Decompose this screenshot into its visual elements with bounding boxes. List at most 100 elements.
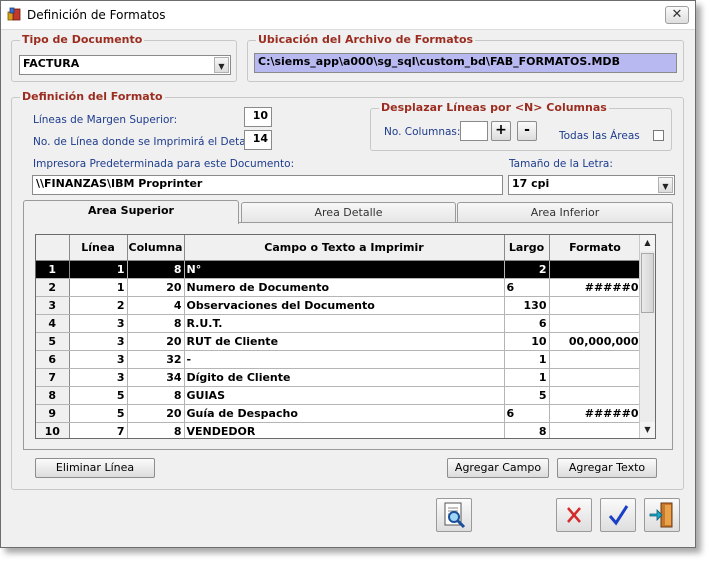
chevron-down-icon[interactable]: ▼ — [214, 57, 229, 73]
row-number[interactable]: 8 — [36, 386, 70, 405]
row-number[interactable]: 2 — [36, 278, 70, 297]
cell-campo[interactable]: N° — [184, 260, 505, 279]
cell-largo[interactable]: 6 — [504, 314, 550, 333]
cell-formato[interactable] — [549, 386, 642, 405]
cell-campo[interactable]: R.U.T. — [184, 314, 505, 333]
cell-largo[interactable]: 6 — [504, 404, 550, 423]
row-number[interactable]: 1 — [36, 260, 70, 279]
table-row[interactable]: 9 5 20 Guía de Despacho 6 #####0 — [36, 404, 642, 423]
row-number[interactable]: 6 — [36, 350, 70, 369]
todas-areas-checkbox[interactable] — [653, 130, 664, 141]
cell-largo[interactable]: 1 — [504, 350, 550, 369]
cell-linea[interactable]: 3 — [69, 332, 128, 351]
cell-linea[interactable]: 3 — [69, 368, 128, 387]
table-row[interactable]: 3 2 4 Observaciones del Documento 130 — [36, 296, 642, 315]
cell-largo[interactable]: 2 — [504, 260, 550, 279]
cell-campo[interactable]: Numero de Documento — [184, 278, 505, 297]
table-row[interactable]: 6 3 32 - 1 — [36, 350, 642, 369]
scroll-thumb[interactable] — [641, 253, 654, 313]
cell-linea[interactable]: 1 — [69, 278, 128, 297]
cell-formato[interactable] — [549, 260, 642, 279]
cell-largo[interactable]: 10 — [504, 332, 550, 351]
tab-area-superior[interactable]: Area Superior — [23, 200, 239, 224]
cell-columna[interactable]: 32 — [127, 350, 185, 369]
cell-campo[interactable]: - — [184, 350, 505, 369]
col-header-largo[interactable]: Largo — [504, 235, 550, 261]
cell-formato[interactable]: #####0 — [549, 404, 642, 423]
table-row[interactable]: 4 3 8 R.U.T. 6 — [36, 314, 642, 333]
row-number[interactable]: 4 — [36, 314, 70, 333]
row-number[interactable]: 5 — [36, 332, 70, 351]
tab-area-inferior[interactable]: Area Inferior — [457, 202, 673, 222]
cell-columna[interactable]: 4 — [127, 296, 185, 315]
cell-linea[interactable]: 5 — [69, 404, 128, 423]
cancel-button[interactable] — [556, 498, 592, 532]
row-number[interactable]: 3 — [36, 296, 70, 315]
table-row[interactable]: 1 1 8 N° 2 — [36, 260, 642, 279]
no-columnas-input[interactable] — [460, 121, 488, 141]
row-number[interactable]: 9 — [36, 404, 70, 423]
cell-formato[interactable] — [549, 314, 642, 333]
cell-largo[interactable]: 8 — [504, 422, 550, 438]
table-row[interactable]: 7 3 34 Dígito de Cliente 1 — [36, 368, 642, 387]
col-header-columna[interactable]: Columna — [127, 235, 185, 261]
cell-campo[interactable]: RUT de Cliente — [184, 332, 505, 351]
grid-vertical-scrollbar[interactable]: ▲ ▼ — [639, 235, 655, 438]
plus-button[interactable]: + — [491, 121, 511, 141]
cell-linea[interactable]: 3 — [69, 350, 128, 369]
cell-campo[interactable]: GUIAS — [184, 386, 505, 405]
cell-linea[interactable]: 3 — [69, 314, 128, 333]
col-header-formato[interactable]: Formato — [549, 235, 642, 261]
cell-columna[interactable]: 8 — [127, 386, 185, 405]
scroll-up-icon[interactable]: ▲ — [640, 235, 655, 251]
cell-columna[interactable]: 8 — [127, 422, 185, 438]
table-row[interactable]: 2 1 20 Numero de Documento 6 #####0 — [36, 278, 642, 297]
cell-largo[interactable]: 130 — [504, 296, 550, 315]
close-button[interactable]: ✕ — [665, 6, 689, 24]
cell-columna[interactable]: 20 — [127, 404, 185, 423]
cell-formato[interactable]: 00,000,000 — [549, 332, 642, 351]
impresora-input[interactable]: \\FINANZAS\IBM Proprinter — [32, 175, 503, 195]
minus-button[interactable]: - — [517, 121, 537, 141]
preview-button[interactable] — [436, 498, 472, 532]
scroll-down-icon[interactable]: ▼ — [640, 422, 655, 438]
table-row[interactable]: 5 3 20 RUT de Cliente 10 00,000,000 — [36, 332, 642, 351]
cell-campo[interactable]: Observaciones del Documento — [184, 296, 505, 315]
cell-linea[interactable]: 2 — [69, 296, 128, 315]
margen-input[interactable]: 10 — [244, 107, 272, 127]
cell-largo[interactable]: 6 — [504, 278, 550, 297]
cell-columna[interactable]: 8 — [127, 314, 185, 333]
table-row[interactable]: 8 5 8 GUIAS 5 — [36, 386, 642, 405]
agregar-campo-button[interactable]: Agregar Campo — [447, 458, 549, 478]
cell-linea[interactable]: 1 — [69, 260, 128, 279]
cell-formato[interactable] — [549, 296, 642, 315]
chevron-down-icon[interactable]: ▼ — [658, 177, 673, 193]
cell-campo[interactable]: Dígito de Cliente — [184, 368, 505, 387]
tamano-select[interactable]: 17 cpi ▼ — [508, 175, 675, 195]
col-header-linea[interactable]: Línea — [69, 235, 128, 261]
cell-campo[interactable]: Guía de Despacho — [184, 404, 505, 423]
table-row[interactable]: 10 7 8 VENDEDOR 8 — [36, 422, 642, 438]
cell-columna[interactable]: 20 — [127, 332, 185, 351]
cell-formato[interactable]: #####0 — [549, 278, 642, 297]
eliminar-linea-button[interactable]: Eliminar Línea — [35, 458, 155, 478]
row-number[interactable]: 7 — [36, 368, 70, 387]
accept-button[interactable] — [600, 498, 636, 532]
row-number[interactable]: 10 — [36, 422, 70, 438]
cell-largo[interactable]: 5 — [504, 386, 550, 405]
cell-campo[interactable]: VENDEDOR — [184, 422, 505, 438]
cell-linea[interactable]: 5 — [69, 386, 128, 405]
tipo-documento-select[interactable]: FACTURA ▼ — [19, 55, 231, 75]
cell-largo[interactable]: 1 — [504, 368, 550, 387]
cell-formato[interactable] — [549, 422, 642, 438]
cell-columna[interactable]: 20 — [127, 278, 185, 297]
agregar-texto-button[interactable]: Agregar Texto — [557, 458, 657, 478]
cell-linea[interactable]: 7 — [69, 422, 128, 438]
cell-columna[interactable]: 8 — [127, 260, 185, 279]
cell-columna[interactable]: 34 — [127, 368, 185, 387]
tab-area-detalle[interactable]: Area Detalle — [241, 202, 456, 222]
cell-formato[interactable] — [549, 368, 642, 387]
linea-detalle-input[interactable]: 14 — [244, 130, 272, 150]
exit-button[interactable] — [644, 498, 680, 532]
cell-formato[interactable] — [549, 350, 642, 369]
